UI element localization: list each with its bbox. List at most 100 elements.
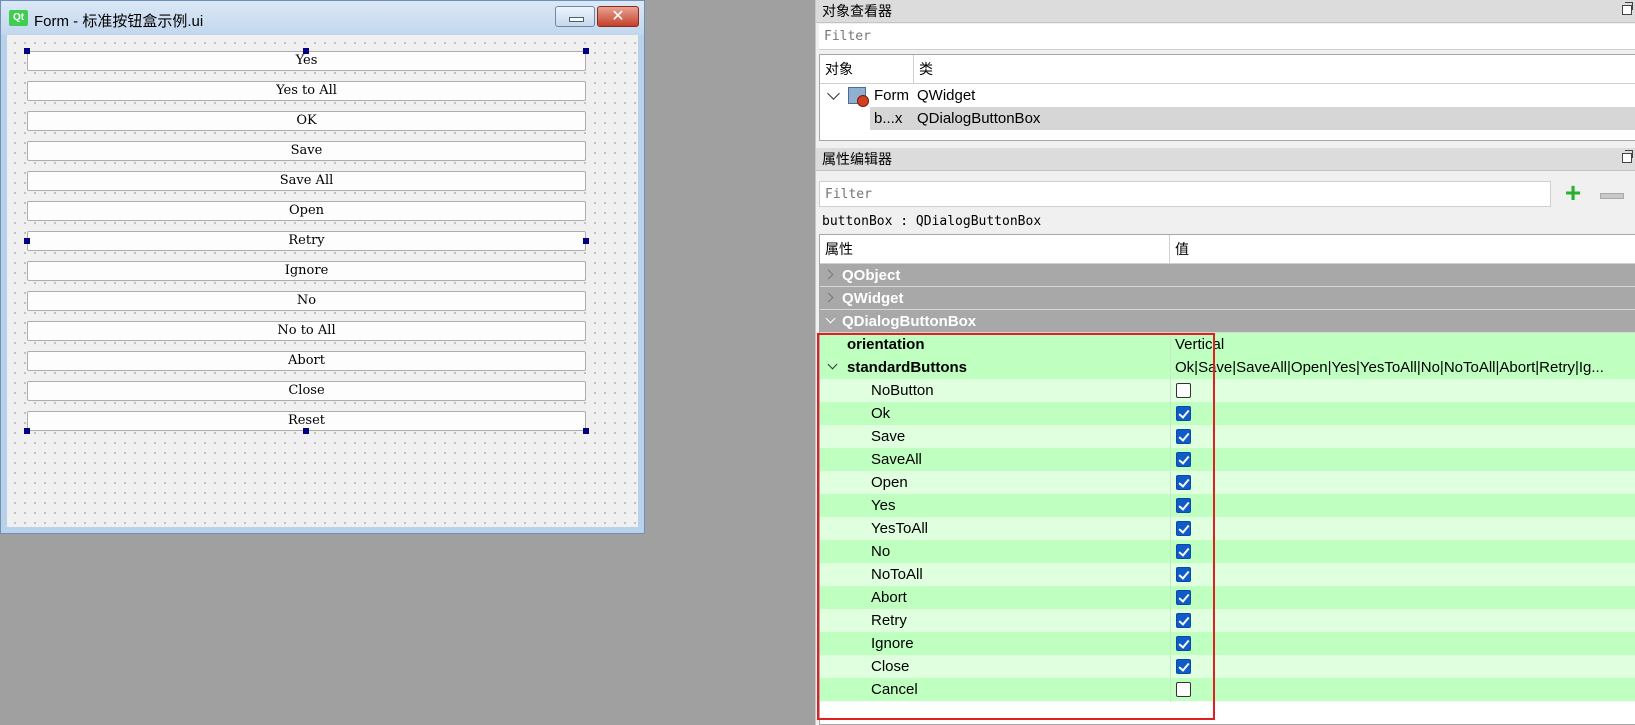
close-button[interactable]: Close (27, 381, 586, 401)
flag-row-cancel[interactable]: Cancel (820, 678, 1635, 702)
flag-checkbox[interactable] (1176, 636, 1191, 651)
flag-value-cell (1170, 448, 1635, 472)
chevron-down-icon[interactable] (825, 313, 836, 324)
flag-value-cell (1170, 517, 1635, 541)
yes-button[interactable]: Yes (27, 51, 586, 71)
flag-checkbox[interactable] (1176, 452, 1191, 467)
flag-row-saveall[interactable]: SaveAll (820, 448, 1635, 472)
selection-handle-bottom-mid[interactable] (303, 428, 309, 434)
flag-row-no[interactable]: No (820, 540, 1635, 564)
flag-checkbox[interactable] (1176, 682, 1191, 697)
form-canvas[interactable]: Yes Yes to All OK Save Save All Open Ret… (7, 35, 638, 527)
selection-handle-top-right[interactable] (583, 48, 589, 54)
flag-value-cell (1170, 540, 1635, 564)
no-to-all-button[interactable]: No to All (27, 321, 586, 341)
ignore-button[interactable]: Ignore (27, 261, 586, 281)
button-box[interactable]: Yes Yes to All OK Save Save All Open Ret… (27, 51, 586, 441)
selection-handle-top-mid[interactable] (303, 48, 309, 54)
add-dynamic-property-button[interactable]: + (1558, 179, 1588, 207)
remove-dynamic-property-button[interactable] (1596, 181, 1626, 207)
property-toolbar: + (816, 178, 1635, 210)
flag-checkbox[interactable] (1176, 613, 1191, 628)
window-title: Form - 标准按钮盒示例.ui (34, 13, 204, 30)
flag-checkbox[interactable] (1176, 429, 1191, 444)
flag-row-retry[interactable]: Retry (820, 609, 1635, 633)
orientation-value[interactable]: Vertical (1170, 333, 1635, 357)
dock-float-icon[interactable] (1622, 2, 1633, 15)
object-tree[interactable]: 对象 类 Form QWidget b...x QDialogButtonBox (819, 54, 1635, 141)
ok-button[interactable]: OK (27, 111, 586, 131)
flag-row-ok[interactable]: Ok (820, 402, 1635, 426)
chevron-down-icon[interactable] (827, 87, 840, 100)
property-filter-input[interactable] (819, 181, 1551, 207)
object-filter-input[interactable] (819, 24, 1635, 50)
chevron-right-icon[interactable] (823, 292, 834, 303)
flag-checkbox[interactable] (1176, 659, 1191, 674)
property-row-standardbuttons[interactable]: standardButtons Ok|Save|SaveAll|Open|Yes… (820, 356, 1635, 380)
selection-handle-mid-right[interactable] (583, 238, 589, 244)
flag-row-abort[interactable]: Abort (820, 586, 1635, 610)
flag-checkbox[interactable] (1176, 383, 1191, 398)
section-qobject[interactable]: QObject (820, 264, 1635, 287)
flag-value-cell (1170, 425, 1635, 449)
value-column-header[interactable]: 值 (1170, 235, 1635, 264)
flag-row-nobutton[interactable]: NoButton (820, 379, 1635, 403)
flag-checkbox[interactable] (1176, 521, 1191, 536)
save-all-button[interactable]: Save All (27, 171, 586, 191)
section-qwidget[interactable]: QWidget (820, 287, 1635, 310)
dock-float-icon[interactable] (1622, 150, 1633, 163)
flag-name: Close (871, 658, 910, 675)
property-column-header[interactable]: 属性 (820, 235, 1170, 264)
section-label: QObject (842, 267, 901, 284)
selection-handle-bottom-right[interactable] (583, 428, 589, 434)
flag-name: YesToAll (871, 520, 928, 537)
standardbuttons-value[interactable]: Ok|Save|SaveAll|Open|Yes|YesToAll|No|NoT… (1170, 356, 1635, 380)
flag-checkbox[interactable] (1176, 544, 1191, 559)
abort-button[interactable]: Abort (27, 351, 586, 371)
flag-value-cell (1170, 586, 1635, 610)
window-titlebar[interactable]: Qt Form - 标准按钮盒示例.ui ✕ (1, 1, 644, 35)
selection-handle-top-left[interactable] (24, 48, 30, 54)
property-table[interactable]: 属性 值 QObject QWidget QDialogButtonBox or… (819, 234, 1635, 725)
open-button[interactable]: Open (27, 201, 586, 221)
flag-name: No (871, 543, 891, 560)
flag-checkbox[interactable] (1176, 567, 1191, 582)
flag-checkbox[interactable] (1176, 498, 1191, 513)
minimize-button[interactable] (555, 6, 595, 27)
flag-row-close[interactable]: Close (820, 655, 1635, 679)
close-window-button[interactable]: ✕ (597, 6, 639, 27)
flag-checkbox[interactable] (1176, 475, 1191, 490)
save-button[interactable]: Save (27, 141, 586, 161)
flag-checkbox[interactable] (1176, 406, 1191, 421)
flag-row-ignore[interactable]: Ignore (820, 632, 1635, 656)
tree-row-form[interactable]: Form QWidget (820, 84, 1635, 107)
yes-to-all-button[interactable]: Yes to All (27, 81, 586, 101)
chevron-right-icon[interactable] (823, 269, 834, 280)
flag-row-yestoall[interactable]: YesToAll (820, 517, 1635, 541)
flag-value-cell (1170, 379, 1635, 403)
section-qdialogbuttonbox[interactable]: QDialogButtonBox (820, 310, 1635, 333)
flag-row-save[interactable]: Save (820, 425, 1635, 449)
property-row-orientation[interactable]: orientation Vertical (820, 333, 1635, 357)
class-column-header[interactable]: 类 (914, 55, 1635, 84)
flag-row-yes[interactable]: Yes (820, 494, 1635, 518)
retry-button[interactable]: Retry (27, 231, 586, 251)
flag-value-cell (1170, 609, 1635, 633)
selection-handle-bottom-left[interactable] (24, 428, 30, 434)
flag-name: Retry (871, 612, 907, 629)
form-window: Qt Form - 标准按钮盒示例.ui ✕ Yes Yes to All OK… (0, 0, 645, 534)
flag-checkbox[interactable] (1176, 590, 1191, 605)
flag-row-open[interactable]: Open (820, 471, 1635, 495)
flag-name: NoButton (871, 382, 934, 399)
object-inspector-title: 对象查看器 (816, 0, 1635, 23)
no-button[interactable]: No (27, 291, 586, 311)
flag-value-cell (1170, 494, 1635, 518)
tree-row-buttonbox[interactable]: b...x QDialogButtonBox (870, 107, 1635, 130)
flag-name: SaveAll (871, 451, 922, 468)
chevron-down-icon[interactable] (827, 359, 838, 370)
selection-handle-mid-left[interactable] (24, 238, 30, 244)
object-column-header[interactable]: 对象 (820, 55, 914, 84)
flag-row-notoall[interactable]: NoToAll (820, 563, 1635, 587)
tree-object-class: QDialogButtonBox (917, 110, 1041, 127)
property-name: standardButtons (847, 359, 967, 376)
